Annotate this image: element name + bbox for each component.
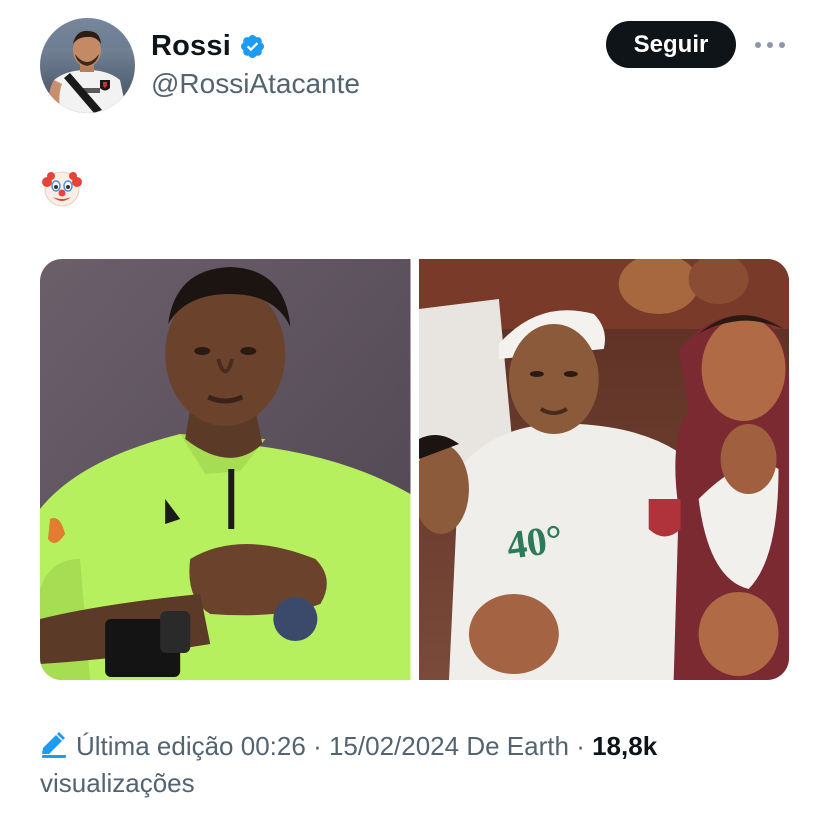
media-photo-referee[interactable] [40, 259, 411, 680]
avatar[interactable] [40, 18, 135, 113]
avatar-image [40, 18, 135, 113]
tweet-metadata: Última edição 00:26 · 15/02/2024 De Eart… [40, 728, 800, 802]
edit-label[interactable]: Última edição [76, 731, 234, 761]
media-photo-fans[interactable]: 40° [418, 259, 789, 680]
verified-badge-icon [239, 33, 266, 60]
pencil-icon[interactable] [40, 731, 68, 758]
author-handle[interactable]: @RossiAtacante [151, 68, 360, 100]
more-options-icon[interactable] [752, 34, 788, 56]
fans-photo-image: 40° [418, 259, 789, 680]
tweet-source: De Earth [466, 731, 569, 761]
svg-text:40°: 40° [503, 516, 565, 568]
views-label: visualizações [40, 768, 195, 798]
referee-photo-image [40, 259, 411, 680]
media-grid: 40° [40, 259, 789, 680]
separator: · [313, 731, 322, 761]
author-name-row[interactable]: Rossi [151, 27, 266, 65]
follow-button[interactable]: Seguir [606, 21, 736, 68]
views-count: 18,8k [592, 731, 658, 761]
clown-face-emoji-icon [42, 168, 82, 208]
separator: · [576, 731, 585, 761]
edit-date: 15/02/2024 [328, 731, 460, 761]
edit-time: 00:26 [240, 731, 306, 761]
display-name[interactable]: Rossi [151, 30, 231, 63]
